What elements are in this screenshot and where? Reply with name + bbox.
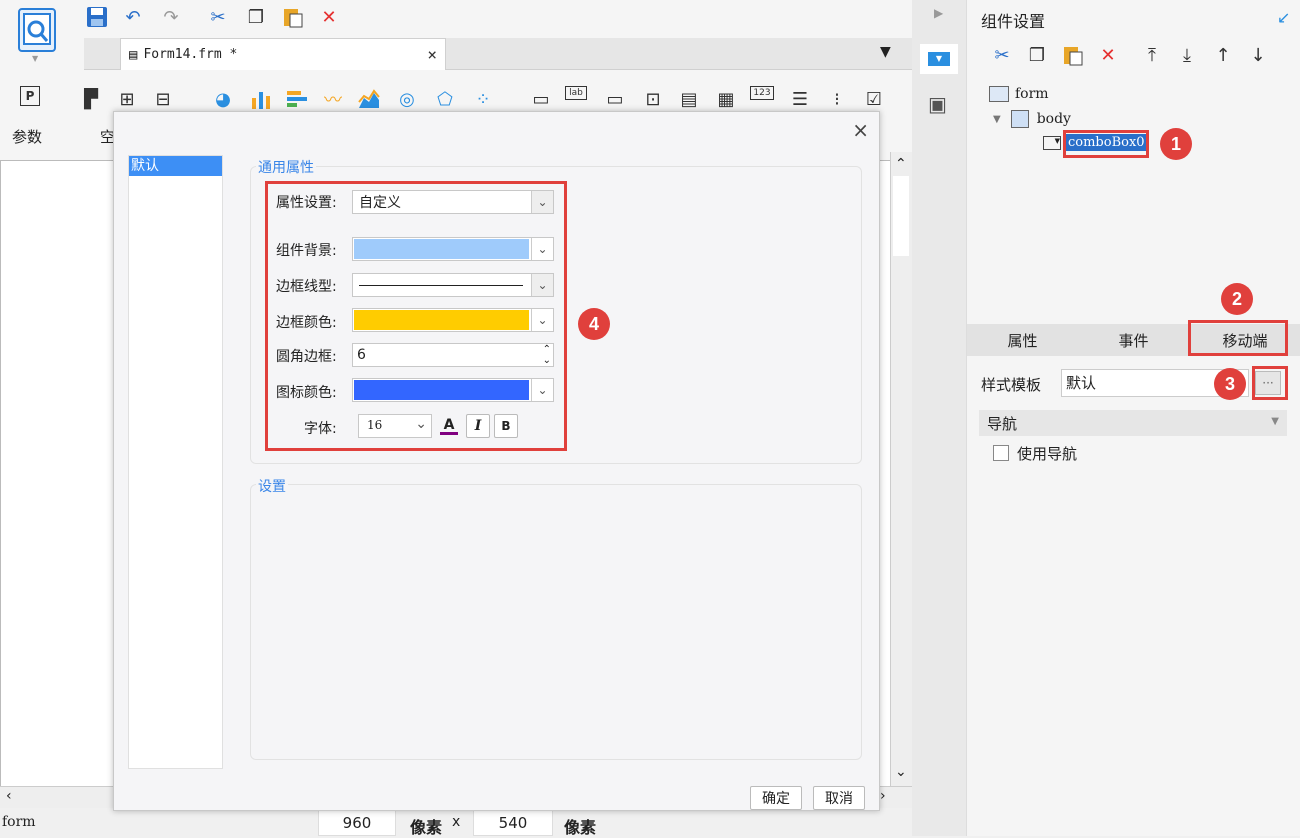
redo-icon[interactable]: ↷ — [158, 4, 184, 30]
layout-tab-icon[interactable]: ▣ — [928, 92, 947, 116]
layout-table-icon[interactable]: ⊟ — [150, 86, 176, 112]
expand-icon[interactable]: ▼ — [993, 114, 1001, 125]
file-tab-name: Form14.frm * — [143, 47, 238, 62]
badge-3: 3 — [1214, 368, 1246, 400]
tree-label-body: body — [1036, 111, 1071, 127]
scroll-thumb[interactable] — [893, 176, 909, 256]
form-widget-icon[interactable]: ▤ — [676, 86, 702, 112]
date-widget-icon[interactable]: ▦ — [713, 86, 739, 112]
gauge-chart-icon[interactable]: ◎ — [394, 86, 420, 112]
file-icon: ▤ — [129, 46, 138, 63]
scroll-down-icon[interactable]: ⌄ — [895, 764, 907, 780]
radar-chart-icon[interactable]: ⬠ — [432, 86, 458, 112]
settings-group — [250, 484, 862, 760]
highlight-box-3 — [1252, 366, 1288, 400]
canvas-height-field[interactable]: 540 — [473, 810, 553, 836]
copy-icon[interactable]: ❐ — [243, 4, 269, 30]
label-widget-icon[interactable]: lab — [565, 86, 587, 100]
param-icon[interactable]: P — [20, 86, 40, 106]
tree-node-body[interactable]: ▼ body — [993, 110, 1071, 128]
scroll-up-icon[interactable]: ⌃ — [895, 156, 907, 172]
badge-4: 4 — [578, 308, 610, 340]
panel-title: 组件设置 — [981, 12, 1046, 31]
panel-cut-icon[interactable]: ✂ — [989, 42, 1015, 68]
general-props-title: 通用属性 — [256, 157, 316, 177]
move-down-icon[interactable]: ↓ — [1245, 42, 1271, 68]
unit-label-1: 像素 — [410, 818, 443, 837]
settings-title: 设置 — [256, 476, 288, 496]
pin-icon[interactable]: ↙ — [1277, 8, 1290, 27]
number-widget-icon[interactable]: 123 — [750, 86, 774, 100]
panel-paste-icon[interactable] — [1060, 42, 1086, 68]
textarea-widget-icon[interactable]: ☰ — [787, 86, 813, 112]
combo-node-icon: ▼ — [1043, 135, 1061, 150]
area-chart-icon[interactable] — [356, 86, 382, 112]
textbox-widget-icon[interactable]: ▭ — [528, 86, 554, 112]
move-bottom-icon[interactable]: ⤓ — [1174, 42, 1200, 68]
params-label: 参数 — [12, 128, 43, 146]
form-node-icon — [989, 86, 1009, 102]
nav-section-header[interactable]: 导航 ▼ — [979, 410, 1287, 436]
vertical-scrollbar[interactable]: ⌃ ⌄ — [890, 152, 912, 788]
bar-chart-icon[interactable] — [248, 86, 274, 112]
list-item[interactable]: 默认 — [129, 156, 222, 176]
highlight-box-1 — [1063, 130, 1149, 158]
panel-delete-icon[interactable]: ✕ — [1095, 42, 1121, 68]
use-nav-checkbox[interactable] — [993, 445, 1009, 461]
side-strip: ▶ ▼ ▣ — [912, 0, 966, 836]
layout-block-icon[interactable]: ▛ — [78, 86, 104, 112]
use-nav-label: 使用导航 — [1017, 445, 1078, 463]
collapse-icon[interactable]: ▼ — [1271, 416, 1279, 427]
highlight-box-2 — [1188, 320, 1288, 356]
highlight-box-4 — [265, 181, 567, 451]
move-top-icon[interactable]: ⤒ — [1139, 42, 1165, 68]
panel-copy-icon[interactable]: ❐ — [1024, 42, 1050, 68]
nav-section-title: 导航 — [987, 415, 1018, 433]
style-template-value: 默认 — [1066, 374, 1097, 392]
canvas-width-field[interactable]: 960 — [318, 810, 396, 836]
radio-widget-icon[interactable]: ⁝ — [824, 86, 850, 112]
cut-icon[interactable]: ✂ — [205, 4, 231, 30]
line-chart-icon[interactable]: 〰 — [320, 86, 346, 112]
checkbox-widget-icon[interactable]: ☑ — [861, 86, 887, 112]
save-icon[interactable] — [84, 4, 110, 30]
tree-node-form[interactable]: form — [989, 86, 1049, 102]
tab-events[interactable]: 事件 — [1078, 324, 1189, 356]
status-form-label: form — [2, 814, 36, 830]
layout-split-icon[interactable]: ⊞ — [114, 86, 140, 112]
button-widget-icon[interactable]: ▭ — [602, 86, 628, 112]
file-tab[interactable]: ▤ Form14.frm * × — [120, 38, 446, 70]
cancel-button[interactable]: 取消 — [813, 786, 865, 810]
style-template-list: 默认 — [128, 155, 223, 769]
scatter-chart-icon[interactable]: ⁘ — [470, 86, 496, 112]
component-settings-panel: 组件设置 ↙ ✂ ❐ ✕ ⤒ ⤓ ↑ ↓ form ▼ body ▼ combo… — [966, 0, 1300, 836]
dialog-close-icon[interactable]: × — [852, 118, 869, 142]
times-label: x — [452, 814, 461, 830]
move-up-icon[interactable]: ↑ — [1210, 42, 1236, 68]
body-node-icon — [1010, 110, 1029, 128]
widget-settings-tab-icon[interactable]: ▼ — [920, 44, 958, 74]
badge-1: 1 — [1160, 128, 1192, 160]
style-template-label: 样式模板 — [981, 376, 1042, 394]
collapse-arrow-icon[interactable]: ▶ — [934, 6, 943, 20]
logo-dropdown-icon[interactable]: ▼ — [32, 54, 38, 63]
combobox-widget-icon[interactable]: ⊡ — [640, 86, 666, 112]
scroll-right-icon[interactable]: › — [880, 788, 886, 804]
hbar-chart-icon[interactable] — [284, 86, 310, 112]
app-logo-icon — [18, 8, 56, 52]
scroll-left-icon[interactable]: ‹ — [6, 788, 12, 804]
tab-properties[interactable]: 属性 — [967, 324, 1078, 356]
delete-icon[interactable]: ✕ — [316, 4, 342, 30]
undo-icon[interactable]: ↶ — [120, 4, 146, 30]
tree-label-form: form — [1015, 86, 1049, 102]
close-tab-icon[interactable]: × — [427, 45, 437, 64]
badge-2: 2 — [1221, 283, 1253, 315]
tab-list-icon[interactable]: ▼ — [880, 44, 891, 60]
paste-icon[interactable] — [280, 4, 306, 30]
pie-chart-icon[interactable]: ◕ — [210, 86, 236, 112]
ok-button[interactable]: 确定 — [750, 786, 802, 810]
unit-label-2: 像素 — [564, 818, 597, 837]
